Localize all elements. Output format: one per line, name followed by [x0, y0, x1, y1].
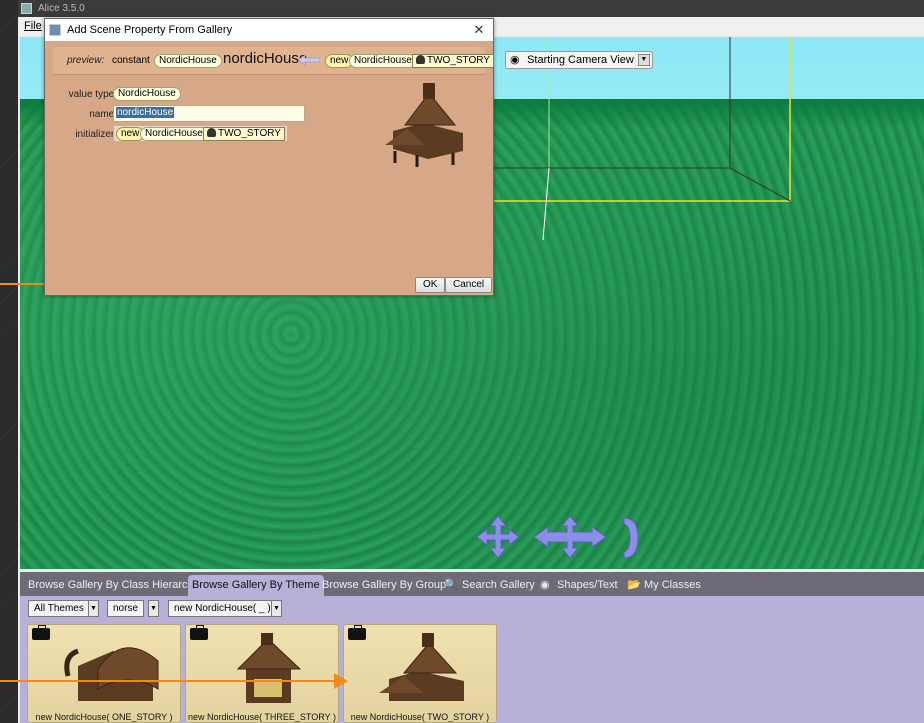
dialog-app-icon — [49, 24, 61, 36]
camera-view-label: Starting Camera View — [527, 54, 634, 66]
dialog-title: Add Scene Property From Gallery — [67, 24, 233, 36]
preview-type: NordicHouse — [154, 54, 222, 68]
window-title: Alice 3.5.0 — [38, 3, 85, 14]
camera-navigation-controls[interactable] — [472, 514, 652, 564]
gallery-tab-bar: Browse Gallery By Class Hierarchy Browse… — [20, 572, 924, 596]
name-label: name: — [89, 109, 117, 120]
theme-filter[interactable]: All Themes — [28, 600, 90, 617]
shape-icon: ◉ — [540, 579, 550, 591]
preview-enum-value: TWO_STORY — [427, 55, 490, 66]
chevron-down-icon[interactable]: ▼ — [88, 600, 99, 617]
name-input-value: nordicHouse — [116, 107, 175, 118]
preview-row: preview: constant NordicHouse nordicHous… — [53, 47, 494, 75]
value-type-value: NordicHouse — [113, 87, 181, 101]
gallery-item-one-story[interactable]: new NordicHouse( ONE_STORY ) — [27, 624, 181, 723]
preview-modifier: constant — [112, 55, 150, 66]
alice-app-icon — [21, 3, 32, 14]
chevron-down-icon[interactable]: ▼ — [271, 600, 282, 617]
rotate-camera-icon — [623, 517, 639, 559]
gallery-item-two-story[interactable]: new NordicHouse( TWO_STORY ) — [343, 624, 497, 723]
house-icon — [416, 55, 425, 64]
annotation-arrow-gallery — [0, 680, 336, 682]
preview-label: preview: — [67, 55, 105, 66]
gallery-item-label: new NordicHouse( THREE_STORY ) — [188, 712, 336, 722]
camera-icon: ◉ — [510, 54, 520, 66]
nordic-house-three-story-thumbnail — [236, 633, 302, 703]
gallery-item-label: new NordicHouse( TWO_STORY ) — [350, 712, 490, 722]
tab-shapes-text[interactable]: Shapes/Text — [553, 575, 622, 596]
chevron-down-icon[interactable]: ▼ — [148, 600, 159, 617]
initializer-enum-value: TWO_STORY — [218, 128, 281, 139]
subtheme-filter[interactable]: norse — [107, 600, 145, 617]
ok-button[interactable]: OK — [415, 277, 446, 293]
briefcase-icon — [348, 625, 366, 640]
initializer-field[interactable]: new NordicHouse TWO_STORY — [113, 125, 288, 142]
move-camera-icon — [476, 515, 520, 559]
window-titlebar: Alice 3.5.0 — [18, 0, 924, 17]
nordic-house-one-story-thumbnail — [64, 647, 159, 701]
gallery-panel: All Themes ▼ norse ▼ new NordicHouse( _ … — [20, 596, 924, 723]
turn-camera-icon — [533, 515, 607, 559]
assign-arrow-icon — [298, 55, 320, 65]
camera-view-select[interactable]: ◉ Starting Camera View ▼ — [505, 51, 653, 69]
tab-my-classes[interactable]: My Classes — [640, 575, 705, 596]
initializer-label: initializer: — [75, 129, 117, 140]
gallery-item-three-story[interactable]: new NordicHouse( THREE_STORY ) — [185, 624, 339, 723]
value-type-label: value type: — [68, 89, 117, 100]
tab-search[interactable]: Search Gallery — [458, 575, 539, 596]
initializer-type: NordicHouse — [140, 127, 208, 141]
tab-group[interactable]: Browse Gallery By Group — [318, 575, 450, 596]
gallery-item-label: new NordicHouse( ONE_STORY ) — [35, 712, 173, 722]
tab-class-hierarchy[interactable]: Browse Gallery By Class Hierarchy — [24, 575, 203, 596]
briefcase-icon — [32, 625, 50, 640]
nordic-house-two-story-thumbnail — [379, 633, 464, 701]
dialog-titlebar: Add Scene Property From Gallery ✕ — [45, 19, 493, 41]
cancel-button[interactable]: Cancel — [445, 277, 493, 293]
tab-theme[interactable]: Browse Gallery By Theme — [188, 575, 324, 596]
initializer-enum[interactable]: TWO_STORY — [203, 127, 285, 141]
name-input[interactable]: nordicHouse — [113, 105, 305, 122]
preview-name: nordicHouse — [223, 50, 308, 67]
class-filter[interactable]: new NordicHouse( _ ) — [168, 600, 277, 617]
preview-house-thumbnail — [385, 83, 463, 167]
house-icon — [207, 128, 216, 137]
menu-file[interactable]: File — [24, 20, 42, 32]
close-icon[interactable]: ✕ — [471, 19, 487, 41]
add-scene-property-dialog: Add Scene Property From Gallery ✕ previe… — [44, 18, 494, 296]
briefcase-icon — [190, 625, 208, 640]
preview-new-type: NordicHouse — [349, 54, 417, 68]
chevron-down-icon: ▼ — [637, 54, 650, 66]
preview-enum: TWO_STORY — [412, 54, 494, 68]
annotation-arrowhead — [334, 673, 348, 689]
